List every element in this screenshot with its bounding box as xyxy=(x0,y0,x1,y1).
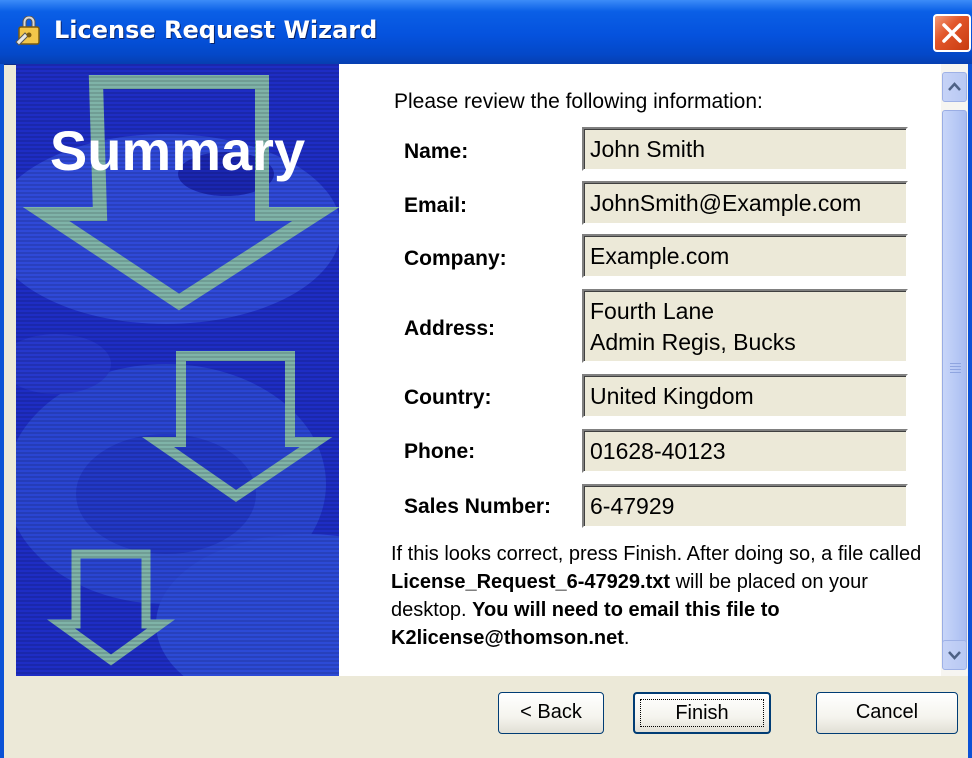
note-filename: License_Request_6-47929.txt xyxy=(391,571,671,593)
vertical-scrollbar[interactable] xyxy=(941,64,968,676)
address-line-2: Admin Regis, Bucks xyxy=(590,329,796,355)
email-label: Email: xyxy=(404,194,468,217)
country-field[interactable]: United Kingdom xyxy=(582,374,908,418)
instruction-text: If this looks correct, press Finish. Aft… xyxy=(391,540,931,652)
chevron-down-icon xyxy=(948,651,961,660)
address-label: Address: xyxy=(404,317,496,340)
summary-panel: Please review the following information:… xyxy=(339,64,941,676)
email-field[interactable]: JohnSmith@Example.com xyxy=(582,181,908,225)
intro-text: Please review the following information: xyxy=(394,90,763,113)
address-field[interactable]: Fourth Lane Admin Regis, Bucks xyxy=(582,289,908,363)
finish-button[interactable]: Finish xyxy=(633,692,771,734)
close-icon xyxy=(942,23,962,43)
name-field[interactable]: John Smith xyxy=(582,127,908,171)
scroll-down-button[interactable] xyxy=(942,640,967,670)
scroll-thumb[interactable] xyxy=(942,110,967,646)
scroll-grip xyxy=(950,369,961,370)
back-button-label: < Back xyxy=(520,701,582,723)
note-part-1: If this looks correct, press Finish. Aft… xyxy=(391,543,922,565)
wizard-banner: Summary xyxy=(16,64,339,676)
address-line-1: Fourth Lane xyxy=(590,298,715,324)
cancel-button-label: Cancel xyxy=(855,701,919,723)
sales-number-field[interactable]: 6-47929 xyxy=(582,484,908,528)
chevron-up-icon xyxy=(948,82,961,91)
scroll-grip xyxy=(950,372,961,373)
scroll-grip xyxy=(950,366,961,367)
phone-field[interactable]: 01628-40123 xyxy=(582,429,908,473)
company-field[interactable]: Example.com xyxy=(582,234,908,278)
name-label: Name: xyxy=(404,140,469,163)
finish-button-label: Finish xyxy=(675,702,729,724)
company-label: Company: xyxy=(404,247,507,270)
scroll-up-button[interactable] xyxy=(942,72,967,102)
country-label: Country: xyxy=(404,386,492,409)
window-title: License Request Wizard xyxy=(54,16,378,44)
scroll-grip xyxy=(950,363,961,364)
close-button[interactable] xyxy=(933,14,971,52)
button-bar: < Back Finish Cancel xyxy=(4,676,968,758)
sales-number-label: Sales Number: xyxy=(404,495,552,518)
back-button[interactable]: < Back xyxy=(498,692,604,734)
cancel-button[interactable]: Cancel xyxy=(816,692,958,734)
note-part-3: . xyxy=(623,627,630,649)
title-bar[interactable]: License Request Wizard xyxy=(0,0,972,65)
banner-title: Summary xyxy=(49,119,306,182)
phone-label: Phone: xyxy=(404,440,476,463)
wizard-lock-icon xyxy=(14,15,44,48)
